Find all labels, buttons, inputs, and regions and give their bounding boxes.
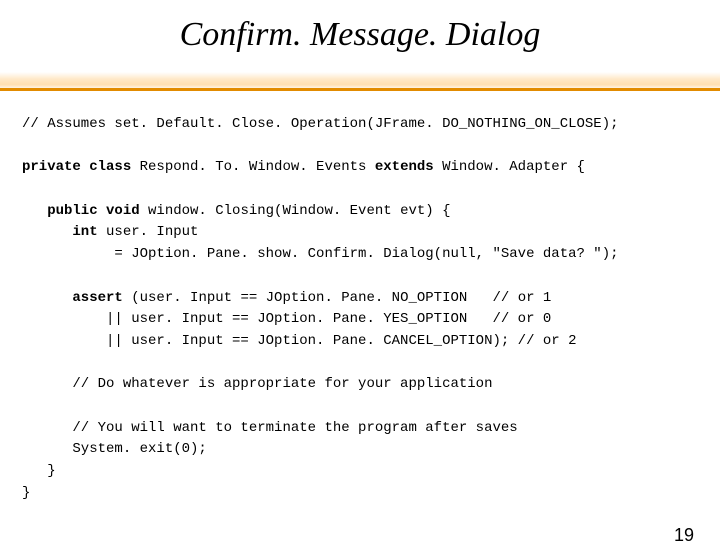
code-line: || user. Input == JOption. Pane. YES_OPT… — [22, 311, 551, 327]
slide-title: Confirm. Message. Dialog — [0, 16, 720, 54]
keyword: assert — [22, 290, 123, 306]
code-line: // You will want to terminate the progra… — [22, 420, 518, 436]
keyword: public void — [22, 203, 140, 219]
code-line: || user. Input == JOption. Pane. CANCEL_… — [22, 333, 577, 349]
code-line: } — [22, 463, 56, 479]
code-text: (user. Input == JOption. Pane. NO_OPTION… — [123, 290, 551, 306]
code-line: System. exit(0); — [22, 441, 207, 457]
code-text: Respond. To. Window. Events — [131, 159, 375, 175]
code-line: // Assumes set. Default. Close. Operatio… — [22, 116, 619, 132]
keyword: int — [22, 224, 98, 240]
code-text: window. Closing(Window. Event evt) { — [140, 203, 451, 219]
title-divider — [0, 60, 720, 96]
keyword: extends — [375, 159, 434, 175]
code-block: // Assumes set. Default. Close. Operatio… — [22, 114, 700, 504]
keyword: private class — [22, 159, 131, 175]
code-text: user. Input — [98, 224, 199, 240]
code-line: = JOption. Pane. show. Confirm. Dialog(n… — [22, 246, 619, 262]
code-text: Window. Adapter { — [434, 159, 585, 175]
page-number: 19 — [674, 525, 694, 546]
code-line: // Do whatever is appropriate for your a… — [22, 376, 492, 392]
code-line: } — [22, 485, 30, 501]
